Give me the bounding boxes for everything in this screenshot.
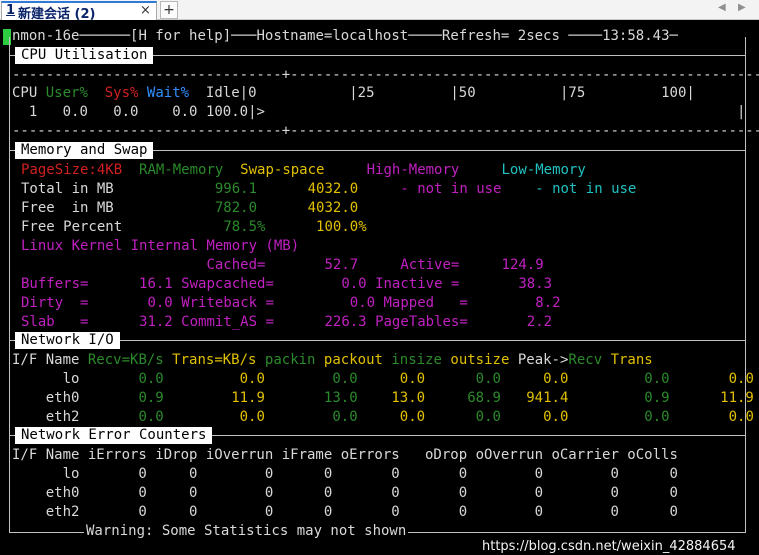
new-tab-button[interactable]: +	[160, 1, 178, 19]
cpu-scale-row: CPU User% Sys% Wait% Idle|0 |25 |50 |75 …	[12, 85, 695, 101]
kernel-dirty-row: Dirty = 0.0 Writeback = 0.0 Mapped = 8.2	[21, 295, 561, 311]
network-row-lo: lo 0.0 0.0 0.0 0.0 0.0 0.0 0.0 0.0	[62, 371, 754, 387]
cpu-row: 1 0.0 0.0 0.0 100.0|> |	[28, 104, 746, 120]
memory-section-title: Memory and Swap	[15, 142, 154, 159]
errors-row-eth2: eth2 0 0 0 0 0 0 0 0 0	[12, 504, 678, 520]
tab-bar: 1 新建会话 (2) × + ◀ ▶	[0, 0, 759, 22]
session-tab[interactable]: 1 新建会话 (2) ×	[1, 1, 157, 22]
memory-total-row: Total in MB 996.1 4032.0 - not in use - …	[21, 181, 637, 197]
errors-header: I/F Name iErrors iDrop iOverrun iFrame o…	[12, 447, 678, 463]
network-section-title: Network I/O	[15, 332, 120, 349]
memory-headers: PageSize:4KB RAM-Memory Swap-space High-…	[21, 162, 586, 178]
help-hint: [H for help]	[130, 28, 232, 44]
nmon-header: nmon-16e──────[H for help]───Hostname=lo…	[12, 28, 678, 44]
refresh-rate: Refresh= 2secs	[441, 28, 560, 44]
cpu-rule-top: --------------------------------+-------…	[12, 67, 759, 83]
cpu-section-title: CPU Utilisation	[15, 47, 154, 64]
tab-close-icon[interactable]: ×	[140, 3, 151, 18]
network-headers: I/F Name Recv=KB/s Trans=KB/s packin pac…	[12, 352, 653, 368]
kernel-slab-row: Slab = 31.2 Commit_AS = 226.3 PageTables…	[21, 314, 553, 330]
box-left-border	[9, 37, 10, 533]
network-row-eth0: eth0 0.9 11.9 13.0 13.0 68.9 941.4 0.9 1…	[45, 390, 754, 406]
memory-free-percent-row: Free Percent 78.5% 100.0%	[21, 219, 367, 235]
hostname: Hostname=localhost	[256, 28, 409, 44]
network-row-eth2: eth2 0.0 0.0 0.0 0.0 0.0 0.0 0.0 0.0	[45, 409, 754, 425]
errors-row-eth0: eth0 0 0 0 0 0 0 0 0 0	[12, 485, 678, 501]
tab-number: 1	[6, 3, 16, 18]
clock: 13:58.43	[602, 28, 670, 44]
tab-scroll-right-icon[interactable]: ▶	[738, 2, 746, 13]
kernel-memory-title: Linux Kernel Internal Memory (MB)	[21, 238, 300, 254]
app-name: nmon-16e	[12, 28, 80, 44]
watermark: https://blog.csdn.net/weixin_42884654	[482, 539, 736, 554]
errors-section-title: Network Error Counters	[15, 427, 213, 444]
terminal[interactable]: nmon-16e──────[H for help]───Hostname=lo…	[0, 20, 759, 555]
kernel-cached-row: Cached= 52.7 Active= 124.9	[206, 257, 544, 273]
footer-warning: Warning: Some Statistics may not shown	[84, 522, 409, 541]
cpu-rule-bottom: --------------------------------+-------…	[12, 123, 759, 139]
memory-free-row: Free in MB 782.0 4032.0	[21, 200, 359, 216]
errors-row-lo: lo 0 0 0 0 0 0 0 0 0	[12, 466, 678, 482]
kernel-buffers-row: Buffers= 16.1 Swapcached= 0.0 Inactive =…	[21, 276, 553, 292]
tab-scroll-left-icon[interactable]: ◀	[718, 2, 726, 13]
